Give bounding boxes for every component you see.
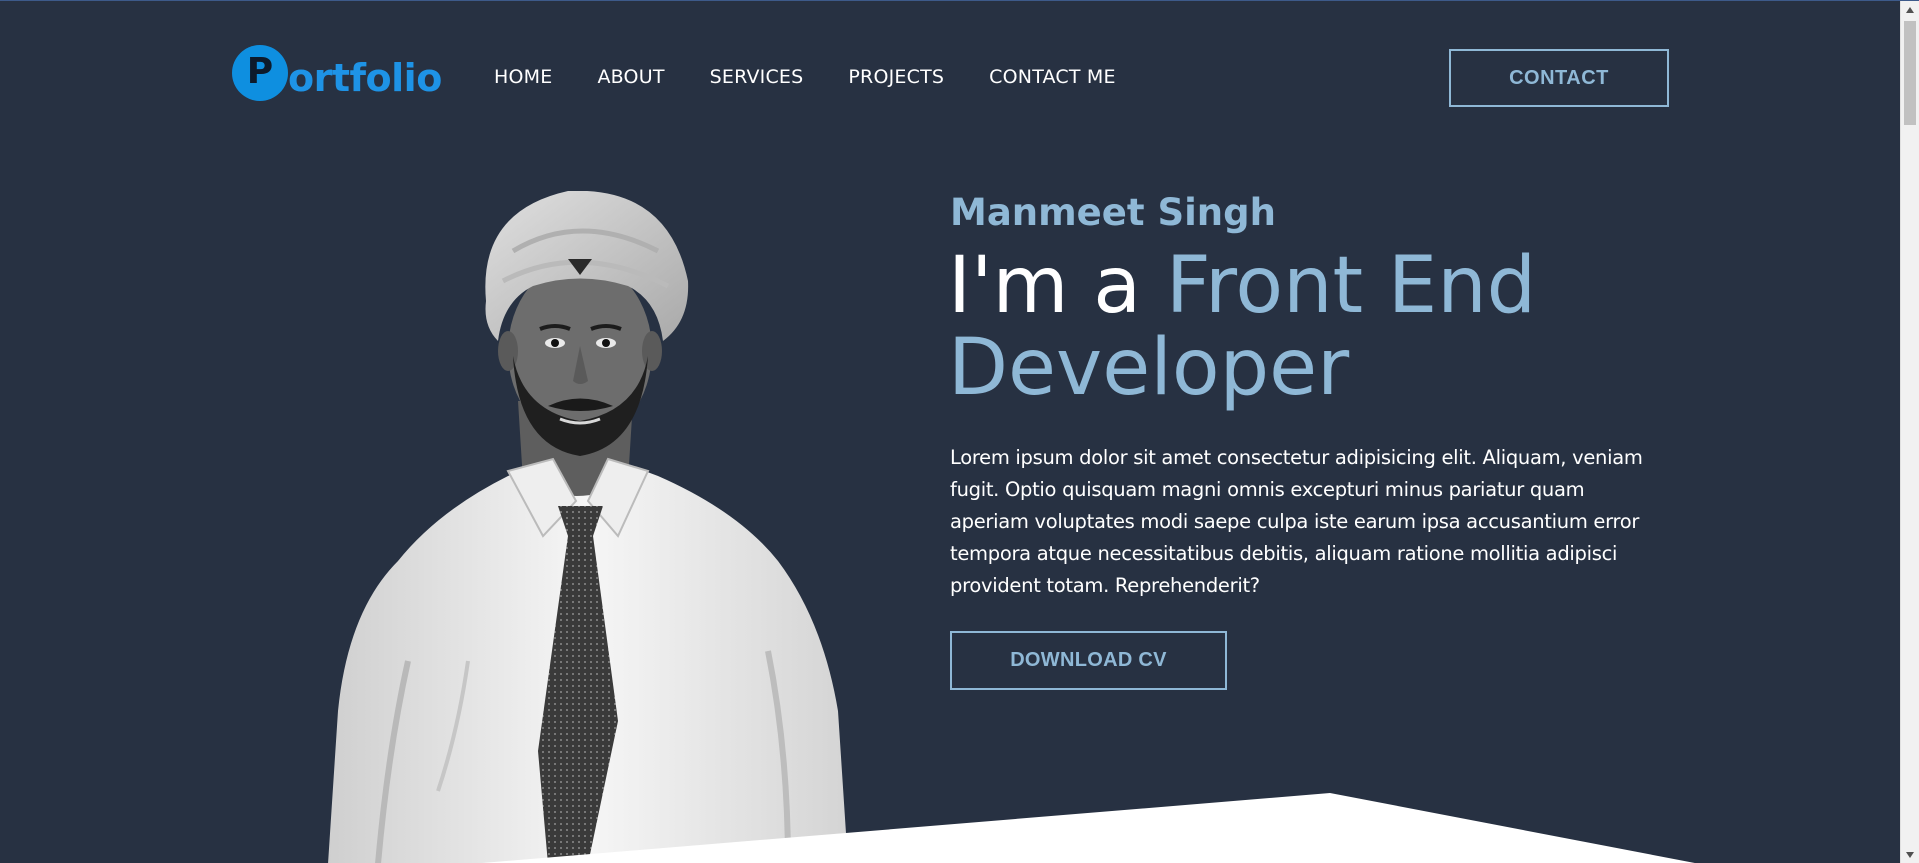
logo[interactable]: P ortfolio	[232, 43, 442, 103]
vertical-scrollbar[interactable]	[1900, 1, 1919, 863]
scrollbar-thumb[interactable]	[1904, 21, 1916, 125]
triangle-down-icon[interactable]	[1901, 846, 1919, 863]
nav-services[interactable]: SERVICES	[710, 64, 804, 90]
download-cv-button[interactable]: DOWNLOAD CV	[950, 631, 1227, 690]
section-divider-shape	[482, 793, 1695, 863]
nav-home[interactable]: HOME	[494, 64, 552, 90]
logo-initial: P	[232, 45, 288, 101]
profile-photo	[328, 191, 848, 863]
contact-button[interactable]: CONTACT	[1449, 49, 1669, 107]
logo-text: ortfolio	[288, 56, 442, 100]
page: P ortfolio HOME ABOUT SERVICES PROJECTS …	[0, 0, 1919, 863]
hero-description: Lorem ipsum dolor sit amet consectetur a…	[950, 446, 1643, 597]
nav-about[interactable]: ABOUT	[597, 64, 664, 90]
triangle-up-icon[interactable]	[1901, 1, 1919, 19]
hero-title-prefix: I'm a	[948, 241, 1166, 331]
hero-title: I'm a Front End Developer	[948, 245, 1648, 409]
nav-contact-me[interactable]: CONTACT ME	[989, 64, 1116, 90]
nav-projects[interactable]: PROJECTS	[848, 64, 944, 90]
main-nav: HOME ABOUT SERVICES PROJECTS CONTACT ME	[494, 64, 1161, 90]
hero-name: Manmeet Singh	[950, 191, 1276, 234]
